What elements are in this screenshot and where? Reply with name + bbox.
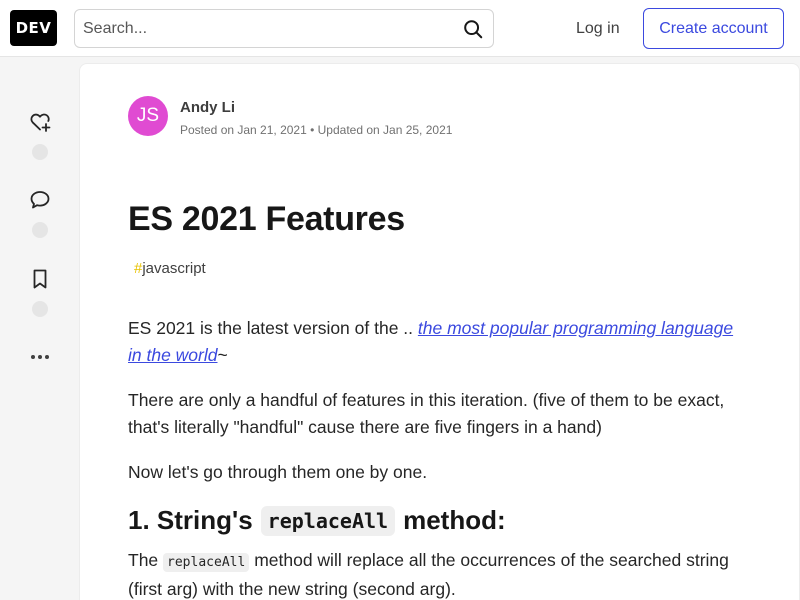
bookmark-icon xyxy=(33,269,47,289)
paragraph-intro: ES 2021 is the latest version of the .. … xyxy=(128,315,748,369)
heading-code: replaceAll xyxy=(260,505,396,536)
tag-label: javascript xyxy=(142,259,206,277)
search-button[interactable] xyxy=(457,13,489,44)
paragraph-replaceall-prefix: The xyxy=(128,550,159,570)
post-meta: Posted on Jan 21, 2021 • Updated on Jan … xyxy=(180,123,453,137)
like-action[interactable] xyxy=(24,110,56,160)
author-avatar[interactable]: JS xyxy=(128,96,168,136)
more-horizontal-icon xyxy=(31,355,49,359)
paragraph-handful: There are only a handful of features in … xyxy=(128,390,725,437)
paragraph-replaceall: The replaceAll method will replace all t… xyxy=(128,547,748,600)
dev-logo[interactable]: DEV xyxy=(10,10,57,46)
save-count xyxy=(32,301,48,317)
comment-icon xyxy=(30,191,50,209)
paragraph-one-by-one: Now let's go through them one by one. xyxy=(128,462,428,482)
article-title: ES 2021 Features xyxy=(128,200,405,238)
author-name[interactable]: Andy Li xyxy=(180,99,235,116)
more-actions-button[interactable] xyxy=(24,345,56,369)
paragraph-intro-suffix: ~ xyxy=(217,345,228,365)
search-icon xyxy=(464,19,483,38)
top-header: DEV Log in Create account xyxy=(0,0,800,57)
create-account-button[interactable]: Create account xyxy=(643,8,784,49)
search-box xyxy=(74,9,494,48)
comment-action[interactable] xyxy=(24,188,56,238)
tag-javascript[interactable]: # javascript xyxy=(128,256,212,280)
inline-code-replaceall: replaceAll xyxy=(163,553,250,572)
search-input[interactable] xyxy=(83,10,453,47)
section-heading-replaceall: 1. String's replaceAll method: xyxy=(128,505,506,536)
comment-count xyxy=(32,222,48,238)
save-action[interactable] xyxy=(24,267,56,317)
paragraph-intro-text: ES 2021 is the latest version of the .. xyxy=(128,318,418,338)
heading-prefix: 1. String's xyxy=(128,505,253,535)
heart-plus-icon xyxy=(30,113,51,132)
like-count xyxy=(32,144,48,160)
heading-suffix: method: xyxy=(403,505,506,535)
login-link[interactable]: Log in xyxy=(566,16,630,42)
